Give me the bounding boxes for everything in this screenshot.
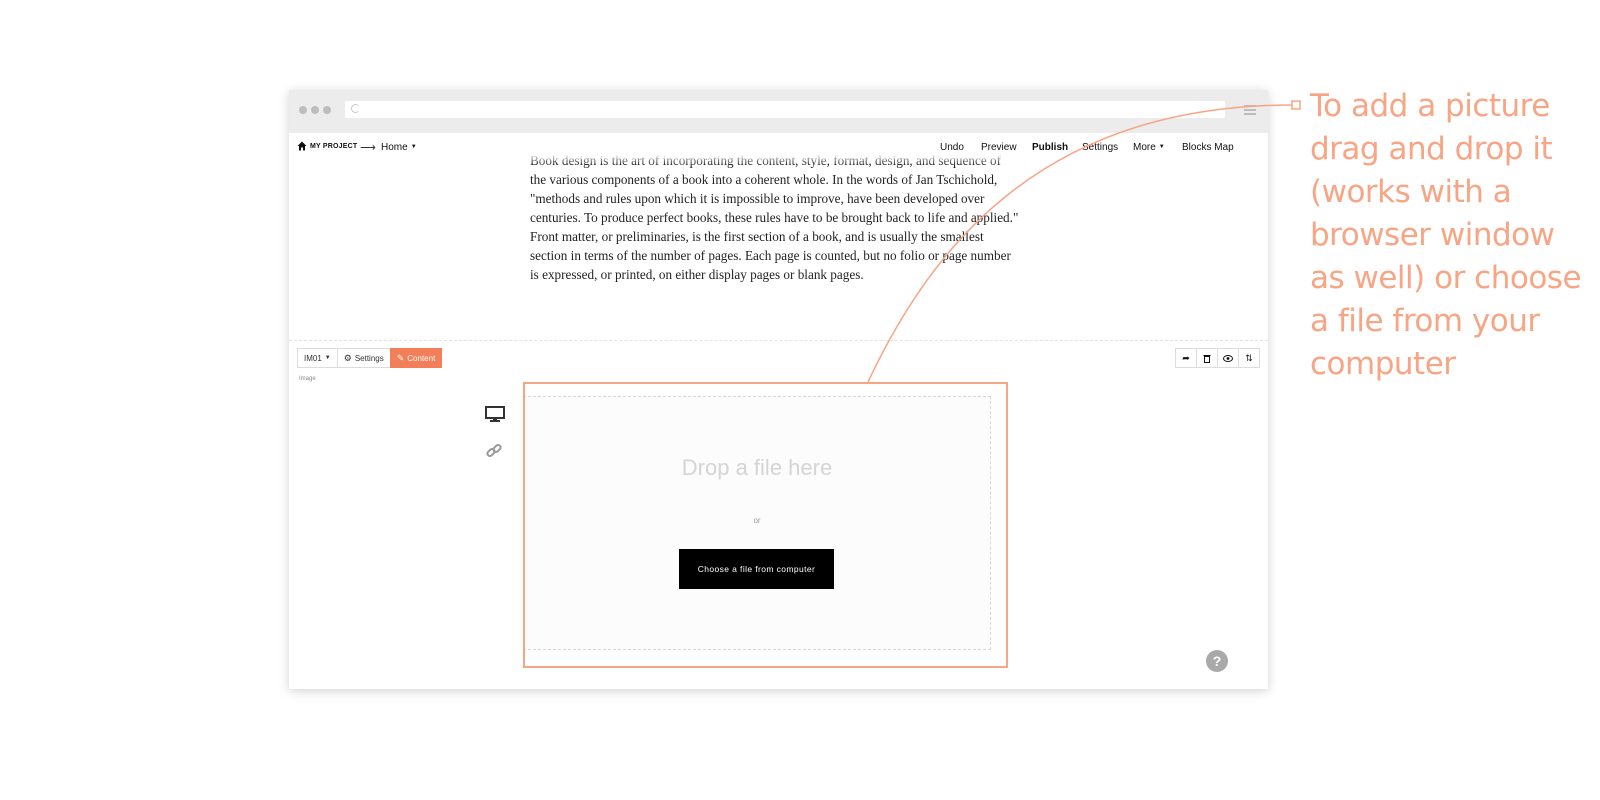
annotation-text: To add a picture drag and drop it (works… bbox=[1310, 88, 1582, 382]
